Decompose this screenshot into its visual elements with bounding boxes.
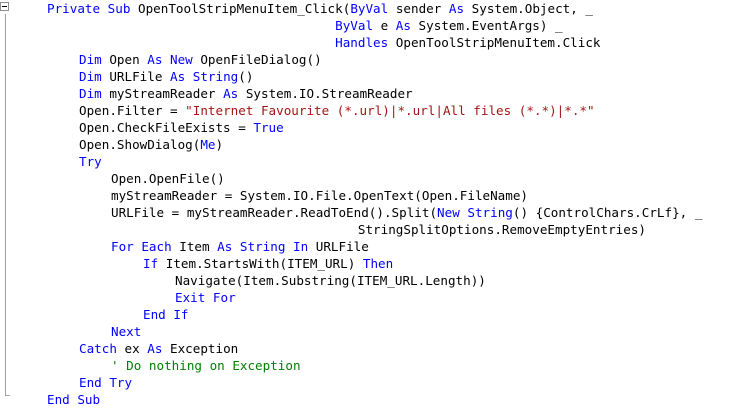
text-token: OpenToolStripMenuItem_Click( <box>138 1 351 16</box>
text-token: URLFile <box>101 69 170 84</box>
keyword-token: Me <box>200 137 216 152</box>
keyword-token: Try <box>79 154 102 169</box>
keyword-token: ByVal <box>350 1 389 16</box>
text-token: () {ControlChars.CrLf}, _ <box>512 205 703 220</box>
code-line[interactable]: myStreamReader = System.IO.File.OpenText… <box>111 187 528 204</box>
text-token: ex <box>116 341 148 356</box>
keyword-token: Handles <box>335 35 389 50</box>
string-token: "Internet Favourite (*.url)|*.url|All fi… <box>185 103 595 118</box>
code-line[interactable]: Catch ex As Exception <box>79 340 238 357</box>
text-token: System.IO.StreamReader <box>238 86 413 101</box>
code-line[interactable]: Dim myStreamReader As System.IO.StreamRe… <box>79 85 413 102</box>
text-token: Open.ShowDialog( <box>79 137 201 152</box>
keyword-token: As <box>223 86 239 101</box>
keyword-token: End Sub <box>47 392 101 407</box>
keyword-token: Dim <box>79 69 102 84</box>
code-line[interactable]: ByVal e As System.EventArgs) _ <box>47 17 563 34</box>
text-token: Navigate(Item.Substring(ITEM_URL.Length)… <box>175 273 486 288</box>
text-token: e <box>373 18 396 33</box>
text-token: myStreamReader <box>101 86 224 101</box>
code-line[interactable]: End Try <box>79 374 132 391</box>
code-line[interactable]: Next <box>111 323 141 340</box>
outlining-end-tick <box>5 395 10 396</box>
code-line[interactable]: End Sub <box>47 391 100 408</box>
code-line[interactable]: Try <box>79 153 102 170</box>
collapse-toggle-icon[interactable] <box>0 2 9 11</box>
text-token: Exception <box>162 341 239 356</box>
keyword-token: As <box>448 1 465 16</box>
text-token: Open.CheckFileExists = <box>79 120 254 135</box>
keyword-token: As New <box>147 52 193 67</box>
keyword-token: As <box>395 18 411 33</box>
text-token: Open.Filter = <box>79 103 186 118</box>
code-line[interactable]: Exit For <box>175 289 236 306</box>
outlining-margin <box>5 14 6 396</box>
text-token: Open <box>101 52 148 67</box>
code-line[interactable]: ' Do nothing on Exception <box>111 357 301 374</box>
keyword-token: Exit For <box>175 290 236 305</box>
keyword-token: ByVal <box>335 18 374 33</box>
text-token: StringSplitOptions.RemoveEmptyEntries) <box>47 222 646 237</box>
code-line[interactable]: Handles OpenToolStripMenuItem.Click <box>47 34 601 51</box>
keyword-token: Then <box>362 256 394 271</box>
keyword-token: For Each <box>111 239 172 254</box>
text-token: System.Object, _ <box>464 1 593 16</box>
keyword-token: Next <box>111 324 142 339</box>
keyword-token: Private Sub <box>47 1 138 16</box>
keyword-token: Dim <box>79 52 102 67</box>
keyword-token: True <box>253 120 284 135</box>
text-token: ) <box>215 137 224 152</box>
keyword-token: New String <box>437 205 513 220</box>
keyword-token: End Try <box>79 375 133 390</box>
text-token: OpenToolStripMenuItem.Click <box>388 35 601 50</box>
code-line[interactable]: Dim Open As New OpenFileDialog() <box>79 51 322 68</box>
code-line[interactable]: Open.CheckFileExists = True <box>79 119 284 136</box>
text-token: URLFile = myStreamReader.ReadToEnd().Spl… <box>111 205 438 220</box>
code-line[interactable]: Open.ShowDialog(Me) <box>79 136 223 153</box>
text-token: sender <box>388 1 449 16</box>
text-token: Open.OpenFile() <box>111 171 225 186</box>
keyword-token: As String <box>170 69 239 84</box>
code-line[interactable]: Navigate(Item.Substring(ITEM_URL.Length)… <box>175 272 486 289</box>
text-token: Item <box>171 239 218 254</box>
keyword-token: As <box>147 341 163 356</box>
text-token: () <box>238 69 254 84</box>
code-editor[interactable]: Private Sub OpenToolStripMenuItem_Click(… <box>0 0 740 408</box>
keyword-token: Catch <box>79 341 117 356</box>
keyword-token: End If <box>143 307 189 322</box>
keyword-token: If <box>143 256 159 271</box>
code-line[interactable]: Open.OpenFile() <box>111 170 225 187</box>
keyword-token: As String In <box>217 239 309 254</box>
code-line[interactable]: StringSplitOptions.RemoveEmptyEntries) <box>47 221 646 238</box>
code-line[interactable]: Dim URLFile As String() <box>79 68 253 85</box>
code-line[interactable]: End If <box>143 306 189 323</box>
text-token: URLFile <box>308 239 369 254</box>
code-line[interactable]: Private Sub OpenToolStripMenuItem_Click(… <box>47 0 593 17</box>
code-line[interactable]: URLFile = myStreamReader.ReadToEnd().Spl… <box>111 204 702 221</box>
text-token: OpenFileDialog() <box>192 52 322 67</box>
text-token: myStreamReader = System.IO.File.OpenText… <box>111 188 529 203</box>
text-token: System.EventArgs) _ <box>410 18 563 33</box>
keyword-token: Dim <box>79 86 102 101</box>
code-line[interactable]: For Each Item As String In URLFile <box>111 238 369 255</box>
comment-token: ' Do nothing on Exception <box>111 358 301 373</box>
text-token: Item.StartsWith(ITEM_URL) <box>158 256 363 271</box>
code-line[interactable]: If Item.StartsWith(ITEM_URL) Then <box>143 255 393 272</box>
code-line[interactable]: Open.Filter = "Internet Favourite (*.url… <box>79 102 595 119</box>
